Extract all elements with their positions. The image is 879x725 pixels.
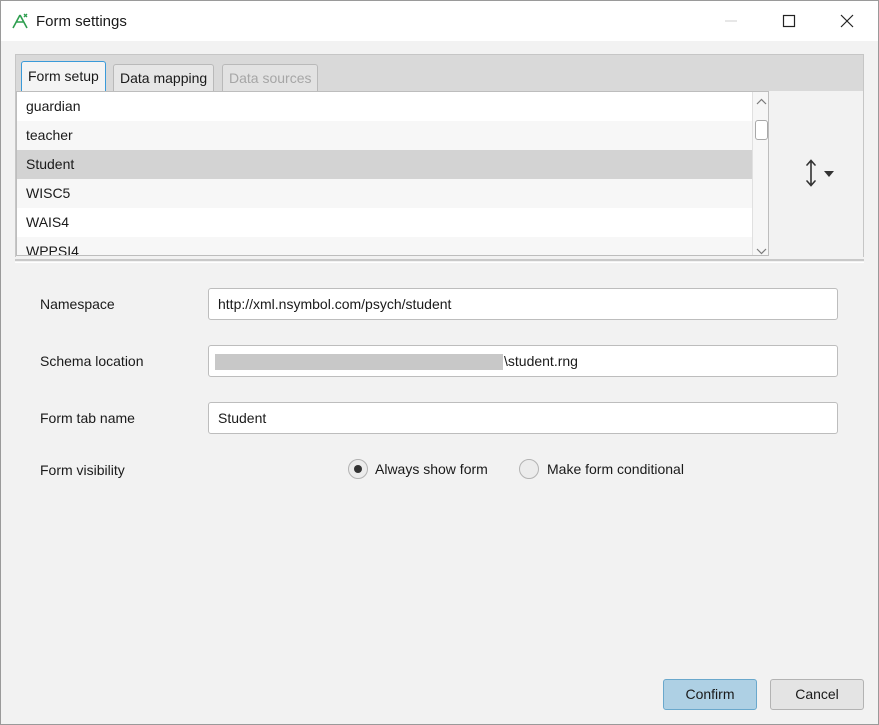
namespace-field[interactable]: http://xml.nsymbol.com/psych/student [208, 288, 838, 320]
scrollbar-thumb[interactable] [755, 120, 768, 140]
radio-make-conditional-label[interactable]: Make form conditional [547, 461, 684, 477]
list-item[interactable]: teacher [17, 121, 768, 150]
list-item[interactable]: WISC5 [17, 179, 768, 208]
tab-data-sources: Data sources [222, 64, 319, 92]
schema-location-value: \student.rng [504, 353, 578, 369]
radio-always-show-control[interactable] [348, 459, 368, 479]
redacted-path [215, 354, 503, 371]
tab-form-setup[interactable]: Form setup [21, 61, 106, 92]
form-visibility-label: Form visibility [40, 462, 125, 478]
form-tab-name-label: Form tab name [40, 410, 135, 426]
list-scrollbar[interactable] [752, 92, 768, 255]
form-list[interactable]: guardian teacher Student WISC5 WAIS4 WPP… [16, 91, 769, 256]
confirm-button[interactable]: Confirm [663, 679, 757, 710]
list-item[interactable]: WAIS4 [17, 208, 768, 237]
list-item[interactable]: WPPSI4 [17, 237, 768, 255]
sort-menu-button[interactable] [806, 159, 846, 189]
list-item[interactable]: guardian [17, 92, 768, 121]
app-logo-icon [11, 12, 29, 30]
form-list-panel: guardian teacher Student WISC5 WAIS4 WPP… [15, 91, 864, 257]
form-settings-window: Form settings Form setup Data mapping Da… [0, 0, 879, 725]
tab-data-mapping[interactable]: Data mapping [113, 64, 215, 92]
schema-location-field[interactable]: \student.rng [208, 345, 838, 377]
scroll-down-icon[interactable] [756, 243, 767, 255]
list-item-selected[interactable]: Student [17, 150, 768, 179]
minimize-button[interactable] [703, 1, 761, 41]
radio-always-show-label[interactable]: Always show form [375, 461, 488, 477]
minimize-icon [725, 20, 737, 22]
scroll-up-icon[interactable] [756, 94, 767, 105]
form-tab-name-field[interactable]: Student [208, 402, 838, 434]
maximize-button[interactable] [761, 1, 819, 41]
sort-updown-icon [806, 159, 834, 187]
window-title: Form settings [36, 13, 127, 30]
title-bar: Form settings [1, 1, 878, 41]
schema-location-label: Schema location [40, 353, 144, 369]
cancel-button[interactable]: Cancel [770, 679, 864, 710]
panel-divider [15, 259, 864, 263]
namespace-label: Namespace [40, 296, 115, 312]
tab-bar: Form setup Data mapping Data sources [15, 54, 864, 92]
radio-make-conditional-control[interactable] [519, 459, 539, 479]
close-icon [840, 14, 854, 28]
radio-selected-dot [354, 465, 362, 473]
close-button[interactable] [819, 1, 877, 41]
maximize-icon [782, 14, 796, 28]
